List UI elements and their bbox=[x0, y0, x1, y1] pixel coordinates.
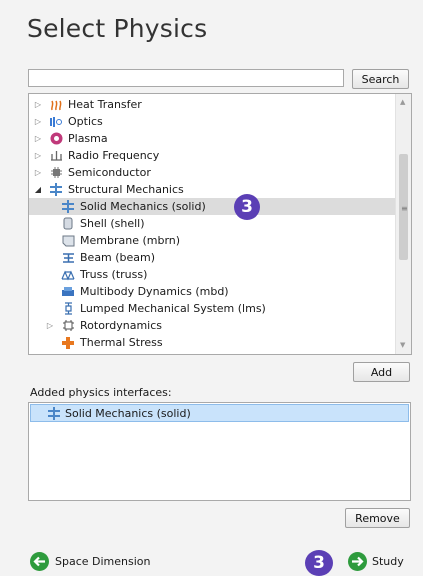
tree-item-beam[interactable]: Beam (beam) bbox=[29, 249, 396, 266]
added-interfaces-list: Solid Mechanics (solid) bbox=[28, 402, 411, 501]
expand-arrow-icon[interactable]: ▷ bbox=[45, 321, 55, 331]
tree-item-label: Membrane (mbrn) bbox=[80, 234, 181, 247]
tree-item-label: Lumped Mechanical System (lms) bbox=[80, 302, 266, 315]
tree-item-label: Structural Mechanics bbox=[68, 183, 184, 196]
tree-item-optics[interactable]: ▷ Optics bbox=[29, 113, 396, 130]
tree-item-rotordynamics[interactable]: ▷ Rotordynamics bbox=[29, 317, 396, 334]
multibody-dynamics-icon bbox=[61, 285, 75, 299]
thermal-stress-icon bbox=[61, 336, 75, 350]
lumped-mechanical-system-icon bbox=[61, 302, 75, 316]
expand-arrow-icon[interactable]: ▷ bbox=[33, 100, 43, 110]
next-arrow-icon bbox=[348, 552, 367, 571]
scroll-grip-icon: ≡ bbox=[401, 204, 408, 213]
tree-item-label: Heat Transfer bbox=[68, 98, 142, 111]
tree-item-label: Optics bbox=[68, 115, 103, 128]
added-interface-item[interactable]: Solid Mechanics (solid) bbox=[30, 404, 409, 422]
tree-item-radio-frequency[interactable]: ▷ Radio Frequency bbox=[29, 147, 396, 164]
tree-item-truss[interactable]: Truss (truss) bbox=[29, 266, 396, 283]
search-input[interactable] bbox=[28, 69, 344, 87]
added-interface-label: Solid Mechanics (solid) bbox=[65, 406, 191, 420]
step-badge: 3 bbox=[305, 550, 333, 576]
scroll-up-icon[interactable]: ▲ bbox=[400, 98, 405, 106]
tree-item-label: Radio Frequency bbox=[68, 149, 160, 162]
tree-item-semiconductor[interactable]: ▷ Semiconductor bbox=[29, 164, 396, 181]
tree-item-label: Shell (shell) bbox=[80, 217, 145, 230]
step-badge: 3 bbox=[234, 194, 260, 220]
back-space-dimension-button[interactable]: Space Dimension bbox=[30, 552, 151, 571]
structural-mechanics-icon bbox=[49, 183, 63, 197]
tree-item-lumped-mechanical-system[interactable]: Lumped Mechanical System (lms) bbox=[29, 300, 396, 317]
tree-item-multibody-dynamics[interactable]: Multibody Dynamics (mbd) bbox=[29, 283, 396, 300]
tree-item-label: Semiconductor bbox=[68, 166, 151, 179]
expand-arrow-icon[interactable]: ▷ bbox=[33, 134, 43, 144]
tree-item-label: Rotordynamics bbox=[80, 319, 163, 332]
tree-item-label: Beam (beam) bbox=[80, 251, 156, 264]
tree-item-thermal-stress[interactable]: Thermal Stress bbox=[29, 334, 396, 351]
tree-item-label: Thermal Stress bbox=[80, 336, 163, 349]
heat-transfer-icon bbox=[49, 98, 63, 112]
semiconductor-icon bbox=[49, 166, 63, 180]
tree-item-label: Solid Mechanics (solid) bbox=[80, 200, 206, 213]
radio-frequency-icon bbox=[49, 149, 63, 163]
tree-item-label: Truss (truss) bbox=[80, 268, 148, 281]
membrane-icon bbox=[61, 234, 75, 248]
scroll-down-icon[interactable]: ▼ bbox=[400, 341, 405, 349]
back-label: Space Dimension bbox=[55, 555, 151, 568]
next-label: Study bbox=[372, 555, 404, 568]
collapse-arrow-icon[interactable]: ◢ bbox=[33, 185, 43, 195]
truss-icon bbox=[61, 268, 75, 282]
back-arrow-icon bbox=[30, 552, 49, 571]
optics-icon bbox=[49, 115, 63, 129]
tree-item-structural-mechanics[interactable]: ◢ Structural Mechanics bbox=[29, 181, 396, 198]
tree-item-shell[interactable]: Shell (shell) bbox=[29, 215, 396, 232]
search-button[interactable]: Search bbox=[352, 69, 409, 89]
next-study-button[interactable]: Study bbox=[348, 552, 404, 571]
tree-item-solid-mechanics[interactable]: Solid Mechanics (solid) bbox=[29, 198, 396, 215]
beam-icon bbox=[61, 251, 75, 265]
added-interfaces-label: Added physics interfaces: bbox=[30, 386, 172, 399]
expand-arrow-icon[interactable]: ▷ bbox=[33, 168, 43, 178]
tree-item-plasma[interactable]: ▷ Plasma bbox=[29, 130, 396, 147]
shell-icon bbox=[61, 217, 75, 231]
plasma-icon bbox=[49, 132, 63, 146]
remove-button[interactable]: Remove bbox=[345, 508, 410, 528]
page-title: Select Physics bbox=[27, 14, 208, 43]
tree-item-membrane[interactable]: Membrane (mbrn) bbox=[29, 232, 396, 249]
tree-item-label: Multibody Dynamics (mbd) bbox=[80, 285, 229, 298]
solid-mechanics-icon bbox=[47, 406, 61, 420]
tree-item-heat-transfer[interactable]: ▷ Heat Transfer bbox=[29, 96, 396, 113]
expand-arrow-icon[interactable]: ▷ bbox=[33, 151, 43, 161]
tree-scrollbar[interactable]: ▲ ≡ ▼ bbox=[395, 94, 411, 354]
expand-arrow-icon[interactable]: ▷ bbox=[33, 117, 43, 127]
add-button[interactable]: Add bbox=[353, 362, 410, 382]
solid-mechanics-icon bbox=[61, 200, 75, 214]
physics-tree: ▷ Heat Transfer ▷ Optics ▷ Plasma ▷ Radi… bbox=[28, 93, 412, 355]
tree-item-label: Plasma bbox=[68, 132, 108, 145]
rotordynamics-icon bbox=[61, 319, 75, 333]
